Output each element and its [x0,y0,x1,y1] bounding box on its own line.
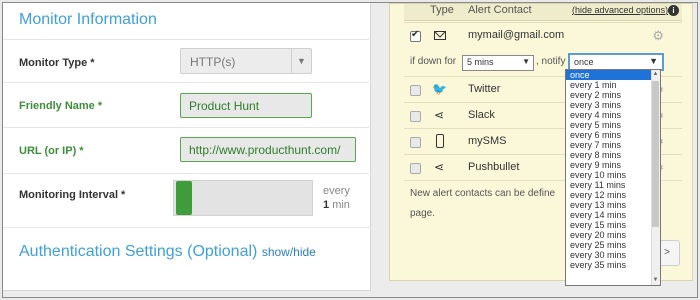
contact-checkbox[interactable] [410,163,421,174]
alert-contacts-header: Type Alert Contact (hide advanced option… [404,4,682,21]
dropdown-option[interactable]: every 7 mins [566,140,660,150]
dropdown-option[interactable]: every 30 mins [566,250,660,260]
contact-name: mySMS [468,135,507,147]
dropdown-option[interactable]: every 12 mins [566,190,660,200]
down-duration-select[interactable]: 5 mins ▼ [462,55,534,71]
auth-title-text: Authentication Settings (Optional) [19,243,258,260]
show-hide-link[interactable]: show/hide [262,245,316,259]
header-type: Type [430,4,454,16]
chevron-down-icon: ▼ [291,49,311,73]
dropdown-option[interactable]: every 13 mins [566,200,660,210]
contact-checkbox[interactable] [410,111,421,122]
contact-checkbox[interactable] [410,137,421,148]
gear-icon[interactable]: ⚙ [652,28,664,44]
down-duration-value: 5 mins [467,57,494,67]
hide-advanced-options-text: hide advanced options [575,5,666,15]
dropdown-options: once every 1 min every 2 mins every 3 mins e… [566,70,660,270]
header-alert-contact: Alert Contact [468,4,532,16]
new-alert-contacts-text: New alert contacts can be define page. [410,184,576,224]
contact-checkbox[interactable] [410,29,421,42]
if-down-for-label: if down for [410,56,457,67]
url-label: URL (or IP) * [19,145,84,157]
info-icon[interactable]: i [668,5,679,16]
share-icon: ⋖ [433,160,445,174]
url-input[interactable]: http://www.producthunt.com/ [180,137,356,162]
scroll-down-icon[interactable]: ▼ [651,276,660,285]
contact-name: Twitter [468,83,501,95]
contact-name: mymail@gmail.com [468,29,565,41]
scroll-up-icon[interactable]: ▲ [651,70,660,79]
interval-number: 1 [323,199,330,211]
monitor-type-label: Monitor Type * [19,57,95,69]
contact-name: Slack [468,109,495,121]
notify-frequency-value: once [574,57,594,67]
dropdown-option[interactable]: every 5 mins [566,120,660,130]
dropdown-option[interactable]: once [566,70,660,80]
slider-thumb[interactable] [176,181,192,215]
new-text-line1: New alert contacts can be define [410,188,556,199]
dropdown-option[interactable]: every 1 min [566,80,660,90]
dropdown-option[interactable]: every 15 mins [566,220,660,230]
chevron-down-icon: ▼ [522,57,530,66]
dropdown-option[interactable]: every 20 mins [566,230,660,240]
monitor-type-select[interactable]: HTTP(s) ▼ [180,48,312,74]
contact-checkbox[interactable] [410,85,421,96]
section-title-monitor-information: Monitor Information [19,11,157,28]
monitor-type-value: HTTP(s) [190,55,236,69]
friendly-name-label: Friendly Name * [19,100,103,112]
chevron-down-icon: ▼ [649,56,658,66]
monitoring-interval-label: Monitoring Interval * [19,189,126,201]
scrollbar-thumb[interactable] [652,81,659,227]
new-text-line2: page. [410,208,436,219]
dropdown-option[interactable]: every 2 mins [566,90,660,100]
contact-name: Pushbullet [468,161,520,173]
interval-value-text: 1 min [323,199,350,211]
notify-frequency-dropdown[interactable]: once every 1 min every 2 mins every 3 mins e… [565,69,661,286]
monitoring-interval-slider[interactable] [173,180,313,216]
dropdown-option[interactable]: every 3 mins [566,100,660,110]
dropdown-option[interactable]: every 14 mins [566,210,660,220]
hide-advanced-options-link[interactable]: (hide advanced options) [572,5,668,15]
dropdown-option[interactable]: every 9 mins [566,160,660,170]
friendly-name-input[interactable]: Product Hunt [180,93,312,118]
envelope-icon [434,31,446,40]
dropdown-scrollbar[interactable]: ▲ ▼ [651,70,660,285]
dropdown-option[interactable]: every 4 mins [566,110,660,120]
dropdown-option[interactable]: every 8 mins [566,150,660,160]
authentication-settings-title: Authentication Settings (Optional) show/… [19,243,316,261]
screenshot-frame: Monitor Information Monitor Type * HTTP(… [2,2,698,298]
interval-unit: min [332,199,350,211]
monitor-information-panel: Monitor Information Monitor Type * HTTP(… [3,3,371,291]
dropdown-option[interactable]: every 11 mins [566,180,660,190]
interval-every-text: every [323,185,350,197]
notify-label: , notify [536,56,566,67]
dropdown-option[interactable]: every 35 mins [566,260,660,270]
twitter-icon: 🐦 [432,82,447,96]
dropdown-option[interactable]: every 10 mins [566,170,660,180]
share-icon: ⋖ [433,108,445,122]
dropdown-option[interactable]: every 25 mins [566,240,660,250]
phone-icon [436,134,444,148]
dropdown-option[interactable]: every 6 mins [566,130,660,140]
